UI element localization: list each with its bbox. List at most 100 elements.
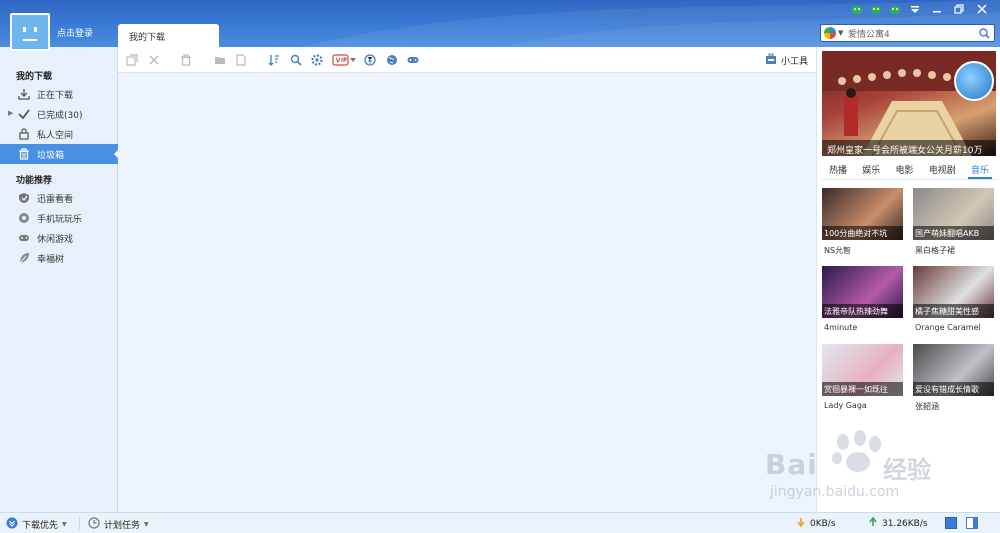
sidebar-item-label: 手机玩玩乐 — [37, 215, 83, 225]
trash-icon[interactable] — [179, 53, 193, 67]
plan-label: 计划任务 — [104, 521, 141, 531]
video-card[interactable]: 橘子焦糖甜美性感 Orange Caramel — [913, 266, 994, 338]
video-title[interactable]: Lady Gaga — [824, 401, 867, 410]
search-engine-logo-icon[interactable] — [824, 27, 836, 39]
scheduled-tasks-button[interactable]: 计划任务 ▼ — [88, 517, 149, 532]
sort-icon[interactable] — [267, 53, 281, 67]
tab-tv[interactable]: 电视剧 — [926, 161, 959, 179]
vip-icon[interactable] — [331, 53, 351, 67]
video-card[interactable]: 法雅帝队热辣劲舞 4minute — [822, 266, 903, 338]
watermark-brand: Bai — [765, 448, 818, 481]
video-card[interactable]: 100分曲绝对不坑 NS允智 — [822, 188, 903, 260]
trash-icon — [18, 148, 30, 160]
xunlei-bird-logo-icon — [954, 61, 994, 101]
search-icon[interactable] — [289, 53, 303, 67]
tab-my-downloads[interactable]: 我的下载 — [118, 24, 219, 47]
gamepad-icon[interactable] — [406, 53, 420, 67]
video-title[interactable]: 黑白格子裙 — [915, 245, 955, 256]
video-title[interactable]: NS允智 — [824, 245, 851, 256]
layout-panel-icon[interactable] — [966, 517, 978, 529]
sidebar-item-casual-games[interactable]: 休闲游戏 — [0, 228, 118, 248]
thumbnail-caption: 100分曲绝对不坑 — [822, 226, 903, 240]
menu-icon[interactable] — [908, 3, 922, 15]
check-icon — [18, 108, 30, 120]
status-divider — [79, 517, 80, 530]
folder-icon[interactable] — [213, 53, 227, 67]
skin-icon-3[interactable] — [888, 3, 902, 15]
gamepad-icon — [18, 232, 30, 244]
video-title[interactable]: 张韶涵 — [915, 401, 939, 412]
search-input[interactable] — [848, 27, 978, 40]
tab-entertainment[interactable]: 娱乐 — [859, 161, 883, 179]
video-thumbnail[interactable]: 赏徊暴裸一如既往 — [822, 344, 903, 396]
chevron-down-icon: ▼ — [144, 521, 149, 528]
video-title[interactable]: 4minute — [824, 323, 857, 332]
tab-movie[interactable]: 电影 — [892, 161, 916, 179]
tab-music[interactable]: 音乐 — [967, 161, 992, 179]
video-thumbnail[interactable]: 爱没有错成长情歌 — [913, 344, 994, 396]
search-icon[interactable] — [979, 28, 990, 42]
watermark-brand2: 经验 — [883, 456, 931, 484]
sidebar: 我的下载 正在下载 ▶ 已完成(30) 私人空间 垃圾箱 功能推荐 迅雷看看 手… — [0, 47, 119, 512]
baidu-watermark: Bai 经验 jingyan.baidu.com — [765, 430, 945, 510]
sidebar-item-downloading[interactable]: 正在下载 — [0, 84, 118, 104]
avatar[interactable] — [10, 13, 50, 51]
chevron-down-icon[interactable] — [349, 53, 357, 67]
sidebar-item-mobile-fun[interactable]: 手机玩玩乐 — [0, 208, 118, 228]
tab-hot[interactable]: 热播 — [826, 161, 850, 179]
expand-arrow-icon[interactable]: ▶ — [8, 109, 13, 117]
content-tabs: 热播 娱乐 电影 电视剧 音乐 — [822, 161, 996, 179]
sidebar-item-happy-tree[interactable]: 幸福树 — [0, 248, 118, 268]
sidebar-item-label: 已完成(30) — [37, 111, 83, 121]
sidebar-item-label: 私人空间 — [37, 131, 74, 141]
video-card[interactable]: 国产萌妹翻唱AKB 黑白格子裙 — [913, 188, 994, 260]
settings-gear-icon[interactable] — [310, 53, 324, 67]
chevron-down-icon: ▼ — [62, 521, 67, 528]
search-box[interactable]: ▼ — [820, 24, 995, 42]
sidebar-item-label: 垃圾箱 — [37, 151, 65, 161]
thumbnail-caption: 国产萌妹翻唱AKB — [913, 226, 994, 240]
video-card[interactable]: 爱没有错成长情歌 张韶涵 — [913, 344, 994, 416]
login-link[interactable]: 点击登录 — [57, 26, 93, 39]
gear-icon — [18, 212, 30, 224]
minimize-icon[interactable] — [930, 3, 944, 15]
download-priority-button[interactable]: 下载优先 ▼ — [6, 517, 67, 532]
video-thumbnail[interactable]: 橘子焦糖甜美性感 — [913, 266, 994, 318]
tabs-divider — [822, 179, 996, 180]
watermark-url: jingyan.baidu.com — [770, 484, 900, 500]
close-icon[interactable] — [975, 3, 989, 15]
section-title-my-downloads: 我的下载 — [16, 72, 53, 82]
open-folder-icon[interactable] — [125, 53, 139, 67]
video-thumbnail[interactable]: 100分曲绝对不坑 — [822, 188, 903, 240]
sidebar-item-label: 正在下载 — [37, 91, 74, 101]
thumbnail-caption: 爱没有错成长情歌 — [913, 382, 994, 396]
layout-mini-icon[interactable] — [945, 517, 957, 529]
clock-icon — [88, 517, 100, 532]
sidebar-item-trash[interactable]: 垃圾箱 — [0, 144, 119, 164]
sidebar-item-label: 幸福树 — [37, 255, 65, 265]
title-bar: 点击登录 我的下载 ▼ — [0, 0, 1000, 47]
chevron-down-icon[interactable]: ▼ — [838, 29, 843, 37]
tools-button[interactable]: 小工具 — [765, 53, 808, 68]
priority-icon — [6, 517, 18, 532]
video-card[interactable]: 赏徊暴裸一如既往 Lady Gaga — [822, 344, 903, 416]
restore-icon[interactable] — [952, 3, 966, 15]
status-bar: 下载优先 ▼ 计划任务 ▼ 0KB/s 31.26KB/s — [0, 512, 1000, 533]
skin-icon-1[interactable] — [850, 3, 864, 15]
video-thumbnail[interactable]: 国产萌妹翻唱AKB — [913, 188, 994, 240]
sidebar-item-xunlei-kankan[interactable]: 迅雷看看 — [0, 188, 118, 208]
layout-panel-fill — [973, 518, 977, 528]
delete-x-icon[interactable] — [147, 53, 161, 67]
skin-icon-2[interactable] — [869, 3, 883, 15]
sidebar-item-completed[interactable]: ▶ 已完成(30) — [0, 104, 118, 124]
promo-banner[interactable]: 郑州皇家一号会所被端女公关月薪10万 — [822, 51, 996, 156]
shield-icon — [18, 192, 30, 204]
sidebar-item-private[interactable]: 私人空间 — [0, 124, 118, 144]
video-thumbnail[interactable]: 法雅帝队热辣劲舞 — [822, 266, 903, 318]
file-icon[interactable] — [234, 53, 248, 67]
yuan-icon[interactable] — [363, 53, 377, 67]
video-title[interactable]: Orange Caramel — [915, 323, 981, 332]
toolbar: 小工具 — [118, 47, 816, 73]
sidebar-item-label: 休闲游戏 — [37, 235, 74, 245]
globe-icon[interactable] — [385, 53, 399, 67]
